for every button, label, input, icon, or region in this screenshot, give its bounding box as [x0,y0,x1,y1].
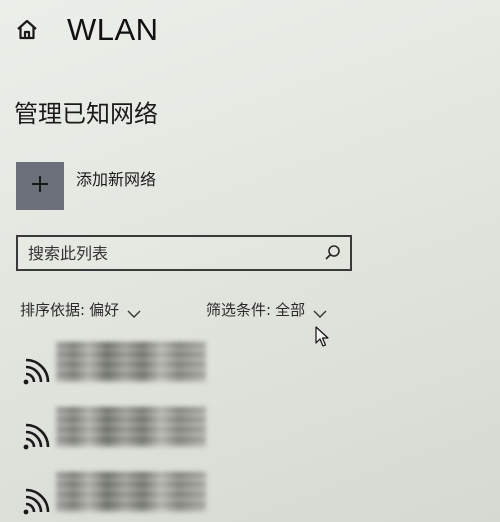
chevron-down-icon [313,305,327,318]
chevron-down-icon [127,305,141,318]
network-name-redacted [56,472,206,512]
add-network-tile[interactable] [16,162,64,210]
network-name-redacted [56,407,206,447]
home-icon[interactable] [14,17,40,43]
sort-value: 偏好 [89,301,120,319]
wifi-icon [20,421,56,451]
filter-value: 全部 [275,301,306,319]
network-name-redacted [56,342,206,382]
search-box[interactable] [16,235,352,271]
filter-label: 筛选条件: [206,301,272,319]
add-network-button[interactable]: 添加新网络 [16,162,156,210]
search-icon[interactable] [324,244,342,262]
wifi-icon [20,486,56,516]
page-title: WLAN [67,12,159,47]
sort-dropdown[interactable]: 排序依据: 偏好 [20,299,141,320]
known-network-item[interactable] [20,403,206,453]
add-network-label: 添加新网络 [76,170,157,189]
mouse-cursor-icon [315,326,331,348]
known-network-item[interactable] [20,468,206,518]
known-network-item[interactable] [20,338,206,388]
search-input[interactable] [18,242,324,264]
page-header: WLAN [14,12,159,48]
plus-icon [30,174,50,198]
section-title: 管理已知网络 [14,100,158,128]
sort-label: 排序依据: [20,301,86,319]
filter-dropdown[interactable]: 筛选条件: 全部 [206,299,327,320]
wifi-icon [20,356,56,386]
